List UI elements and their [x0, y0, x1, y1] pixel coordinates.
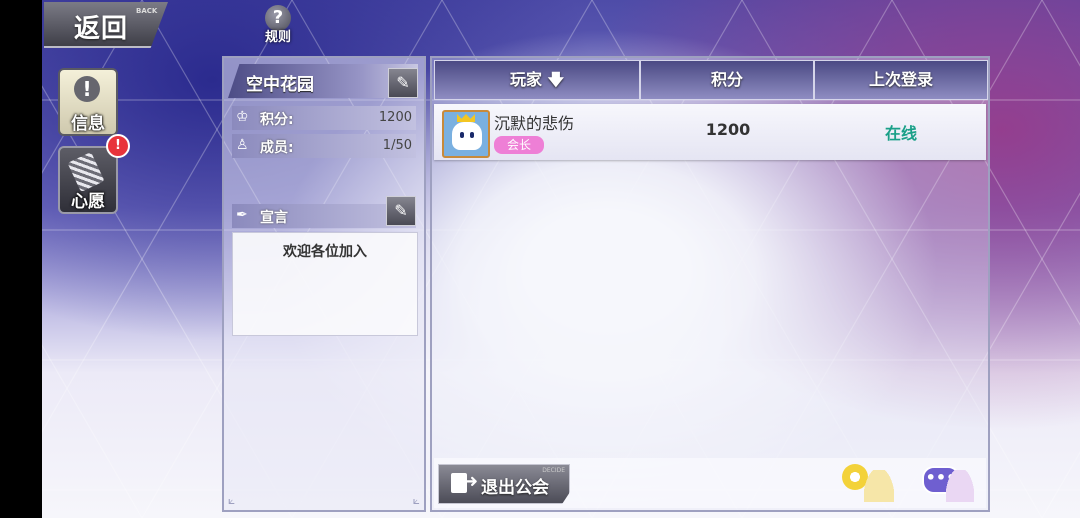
guild-chat-button[interactable]: •••: [920, 462, 976, 504]
exit-guild-sublabel: DECIDE: [542, 467, 565, 474]
medal-icon: ♔: [236, 109, 249, 125]
guild-name: 空中花园: [246, 75, 314, 95]
member-list-panel: 玩家 🡇 积分 上次登录 沉默的悲伤 会长 1200 在线 ➜ 退出公会 DEC…: [430, 56, 990, 512]
edit-guild-name-button[interactable]: ✎: [388, 68, 418, 98]
player-status: 在线: [884, 124, 917, 143]
avatar-eye: [460, 132, 464, 138]
column-last-login-label: 上次登录: [868, 70, 933, 89]
guild-info-panel: 空中花园 ✎ ♔ 积分: 1200 ♙ 成员: 1/50 ✒ 宣言 ✎ 欢迎各位…: [222, 56, 426, 512]
column-player[interactable]: 玩家 🡇: [434, 60, 640, 100]
feather-icon: ✒: [236, 207, 248, 223]
avatar: [442, 110, 490, 158]
person-icon: [864, 470, 894, 502]
exclamation-icon: !: [74, 76, 100, 102]
exit-arrow-icon: ➜: [463, 471, 479, 492]
wish-card-icon: [67, 152, 105, 192]
declaration-box: 欢迎各位加入: [232, 232, 418, 336]
table-header: 玩家 🡇 积分 上次登录: [434, 60, 988, 100]
corner-ornament-right: ⟀: [412, 493, 420, 507]
back-button-sublabel: BACK: [136, 7, 158, 15]
avatar-face: [452, 122, 482, 150]
player-name: 沉默的悲伤: [494, 114, 575, 133]
wish-button-label: 心愿: [71, 192, 105, 212]
declaration-label: 宣言: [260, 210, 288, 226]
column-last-login[interactable]: 上次登录: [814, 60, 988, 100]
rules-label: 规则: [264, 30, 291, 45]
bottom-action-bar: ➜ 退出公会 DECIDE •••: [434, 458, 986, 508]
guild-settings-button[interactable]: [840, 462, 898, 504]
guild-score-label: 积分:: [260, 112, 294, 128]
back-button[interactable]: 返回 BACK: [44, 2, 168, 48]
avatar-eye: [470, 132, 474, 138]
guild-score-value: 1200: [378, 110, 412, 125]
pencil-icon: ✎: [394, 201, 408, 220]
wish-button[interactable]: 心愿: [58, 146, 118, 214]
role-badge: 会长: [494, 136, 544, 154]
column-score[interactable]: 积分: [640, 60, 814, 100]
notification-badge: !: [106, 134, 130, 158]
declaration-text: 欢迎各位加入: [283, 244, 367, 260]
edit-declaration-button[interactable]: ✎: [386, 196, 416, 226]
pencil-icon: ✎: [396, 73, 410, 92]
crown-icon: [457, 114, 475, 122]
column-score-label: 积分: [710, 70, 743, 89]
down-arrow-icon: 🡇: [547, 70, 565, 89]
player-score: 1200: [705, 120, 751, 139]
column-player-label: 玩家: [509, 70, 542, 89]
guild-members-row: ♙ 成员: 1/50: [232, 134, 416, 158]
back-button-label: 返回: [74, 14, 129, 44]
guild-members-value: 1/50: [382, 138, 412, 153]
exit-guild-button[interactable]: ➜ 退出公会 DECIDE: [438, 464, 570, 504]
guild-members-label: 成员:: [260, 140, 294, 156]
person-icon: ♙: [236, 137, 249, 153]
guild-score-row: ♔ 积分: 1200: [232, 106, 416, 130]
corner-ornament-left: ⟀: [228, 493, 236, 507]
exit-guild-label: 退出公会: [481, 478, 549, 498]
rules-button[interactable]: ? 规则: [261, 5, 295, 45]
info-button[interactable]: ! 信息: [58, 68, 118, 136]
person-icon: [946, 470, 974, 502]
info-button-label: 信息: [71, 114, 105, 134]
guild-screen: 返回 BACK ? 规则 ! 信息 心愿 ! 空中花园 ✎ ♔ 积分: 1200…: [42, 0, 1080, 518]
table-row[interactable]: 沉默的悲伤 会长 1200 在线: [434, 104, 986, 160]
